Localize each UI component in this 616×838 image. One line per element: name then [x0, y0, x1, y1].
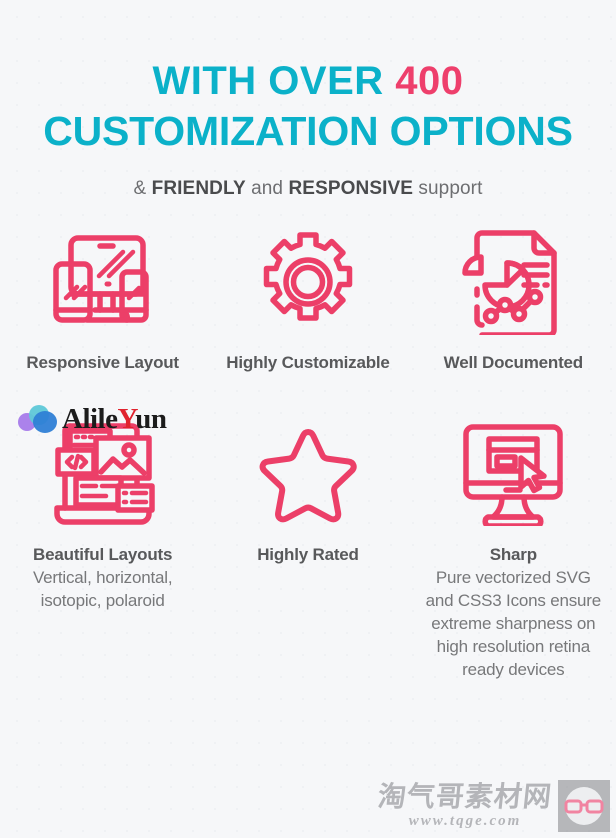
monitor-cursor-icon — [458, 418, 568, 530]
feature-title: Highly Rated — [257, 545, 359, 564]
document-chart-icon — [461, 226, 565, 338]
feature-grid-row-2: Beautiful Layouts Vertical, horizontal, … — [0, 400, 616, 681]
subtitle: & FRIENDLY and RESPONSIVE support — [0, 178, 616, 200]
title-line-2: CUSTOMIZATION OPTIONS — [43, 108, 573, 154]
cloud-logo-icon — [18, 405, 60, 433]
feature-grid-row-1: Responsive Layout Highly Customizable We… — [0, 226, 616, 374]
alileyun-text-before: Alile — [62, 402, 118, 435]
poster-root: WITH OVER 400 CUSTOMIZATION OPTIONS & FR… — [0, 0, 616, 838]
tqge-chinese-text: 淘气哥素材网 — [376, 780, 554, 813]
feature-title: Responsive Layout — [26, 353, 179, 372]
feature-desc: Vertical, horizontal, isotopic, polaroid — [32, 568, 173, 610]
feature-title: Well Documented — [443, 353, 584, 372]
feature-title: Highly Customizable — [226, 353, 390, 372]
header: WITH OVER 400 CUSTOMIZATION OPTIONS & FR… — [0, 0, 616, 200]
feature-responsive-layout: Responsive Layout — [0, 226, 205, 374]
feature-highly-customizable: Highly Customizable — [205, 226, 410, 374]
subtitle-text-1: & — [133, 178, 152, 199]
alileyun-watermark: AlileYun — [18, 402, 167, 436]
subtitle-bold-friendly: FRIENDLY — [151, 178, 246, 199]
alileyun-text-after: un — [135, 402, 167, 435]
gear-icon — [256, 226, 360, 338]
star-icon — [256, 418, 360, 530]
glasses-icon — [558, 780, 610, 832]
title-number: 400 — [395, 59, 464, 103]
page-title: WITH OVER 400 CUSTOMIZATION OPTIONS — [0, 56, 616, 156]
feature-well-documented: Well Documented — [411, 226, 616, 374]
feature-desc: Pure vectorized SVG and CSS3 Icons ensur… — [425, 568, 602, 679]
subtitle-bold-responsive: RESPONSIVE — [288, 178, 414, 199]
subtitle-text-3: support — [413, 178, 483, 199]
title-line-1-text: WITH OVER — [152, 59, 396, 103]
feature-beautiful-layouts: Beautiful Layouts Vertical, horizontal, … — [0, 418, 205, 681]
tqge-url-text: www.tqge.com — [408, 813, 522, 829]
feature-title: Beautiful Layouts — [33, 545, 173, 564]
responsive-devices-icon — [47, 226, 159, 338]
alileyun-text: AlileYun — [62, 402, 167, 435]
tqge-watermark: 淘气哥素材网 www.tqge.com — [376, 780, 610, 832]
tqge-text-block: 淘气哥素材网 www.tqge.com — [376, 780, 554, 830]
alileyun-text-accent: Y — [117, 402, 136, 435]
feature-sharp: Sharp Pure vectorized SVG and CSS3 Icons… — [411, 418, 616, 681]
feature-highly-rated: Highly Rated — [205, 418, 410, 681]
subtitle-text-2: and — [245, 178, 289, 199]
title-line-1: WITH OVER 400 — [0, 56, 616, 106]
feature-title: Sharp — [489, 545, 537, 564]
